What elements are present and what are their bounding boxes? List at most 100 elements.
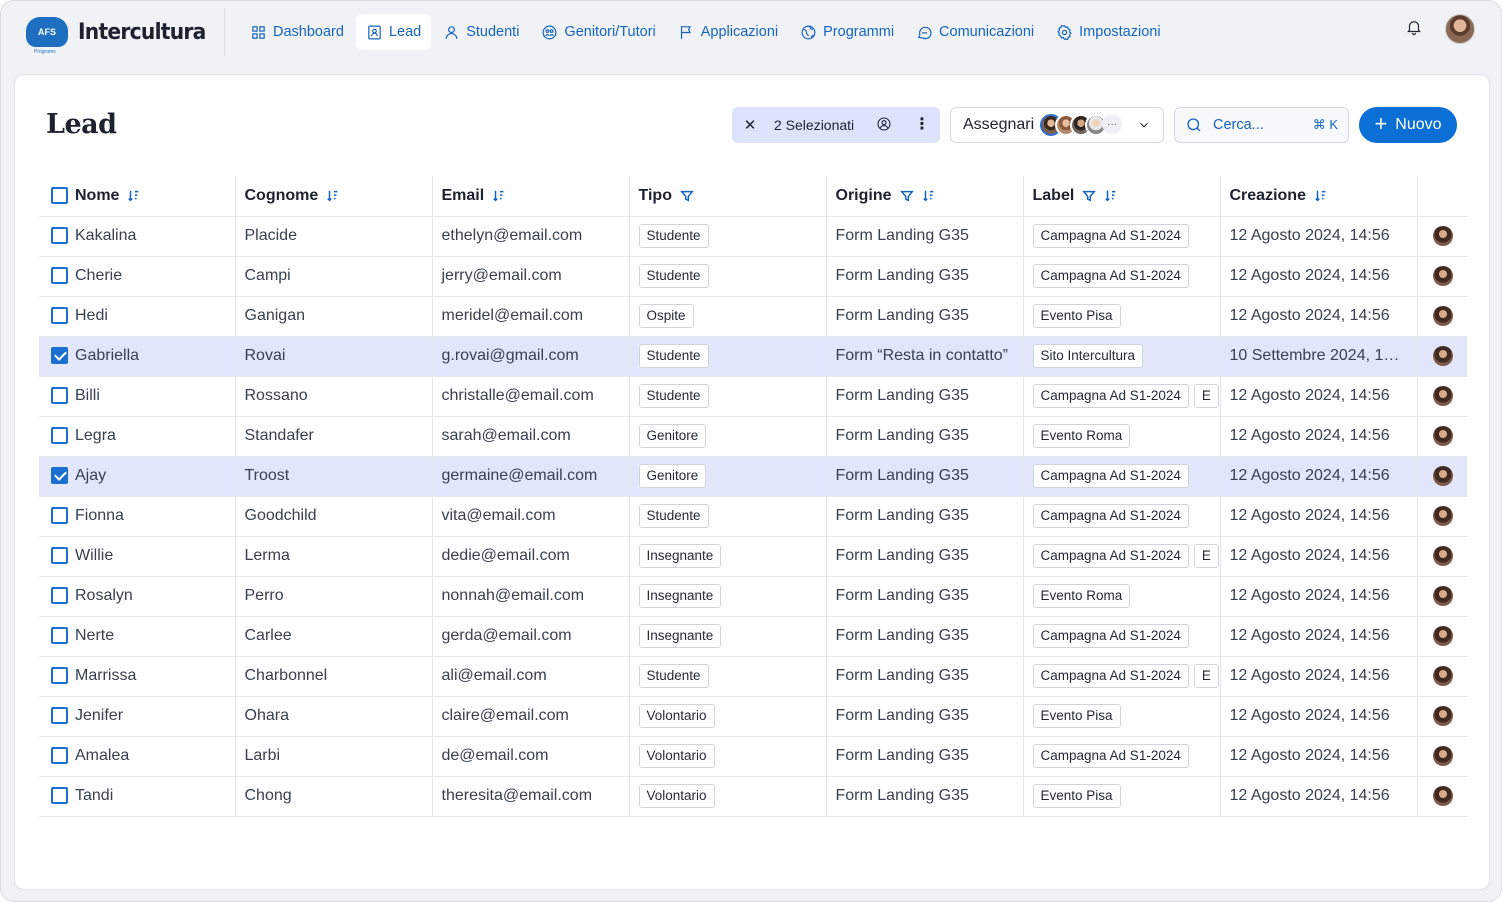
table-row[interactable]: Willie Lerma dedie@email.com Insegnante Form… (39, 536, 1467, 577)
table-row[interactable]: Ajay Troost germaine@email.com Genitore Form… (39, 456, 1467, 497)
column-tipo[interactable]: Tipo (629, 176, 827, 217)
row-checkbox[interactable] (51, 667, 68, 685)
row-checkbox[interactable] (51, 787, 68, 805)
search-input[interactable]: Cerca... ⌘ K (1174, 107, 1349, 143)
sort-icon[interactable] (1104, 189, 1118, 203)
table-row[interactable]: Gabriella Rovai g.rovai@gmail.com Studente F… (39, 336, 1467, 377)
table-row[interactable]: Legra Standafer sarah@email.com Genitore For… (39, 416, 1467, 457)
sort-icon[interactable] (492, 189, 506, 203)
nav-item-studenti[interactable]: Studenti (433, 14, 529, 50)
assignee-avatar[interactable] (1432, 346, 1453, 366)
assignee-avatar[interactable] (1432, 786, 1453, 806)
filter-icon[interactable] (1082, 189, 1097, 203)
table-row[interactable]: Cherie Campi jerry@email.com Studente Form L… (39, 256, 1467, 297)
cell-label: Campagna Ad S1-2024 E (1023, 536, 1221, 577)
row-checkbox[interactable] (51, 467, 68, 485)
sort-icon[interactable] (127, 189, 141, 203)
table-row[interactable]: Billi Rossano christalle@email.com Studente… (39, 376, 1467, 417)
row-checkbox[interactable] (51, 707, 68, 725)
cell-nome: Gabriella (39, 336, 236, 377)
table-row[interactable]: Kakalina Placide ethelyn@email.com Studente… (39, 216, 1467, 257)
label-tag: E (1193, 544, 1219, 568)
nav-item-label: Genitori/Tutori (564, 24, 656, 40)
more-options-icon[interactable]: ⋮ (914, 117, 930, 133)
select-all-checkbox[interactable] (51, 187, 68, 205)
assignee-avatar[interactable] (1432, 466, 1453, 486)
table-row[interactable]: Jenifer Ohara claire@email.com Volontario Fo… (39, 696, 1467, 737)
assignee-avatar[interactable] (1432, 666, 1453, 686)
row-checkbox[interactable] (51, 627, 68, 645)
table-row[interactable]: Hedi Ganigan meridel@email.com Ospite Form L… (39, 296, 1467, 337)
cell-assignee (1417, 576, 1467, 617)
cell-creazione: 12 Agosto 2024, 14:56 (1220, 536, 1418, 577)
brand[interactable]: AFS Intercultural Programs Intercultura (26, 12, 224, 55)
assignee-avatar[interactable] (1432, 226, 1453, 246)
table-row[interactable]: Rosalyn Perro nonnah@email.com Insegnante Fo… (39, 576, 1467, 617)
user-avatar[interactable] (1445, 14, 1475, 44)
filter-icon[interactable] (899, 189, 914, 203)
assignee-dropdown[interactable]: Assegnari ··· (950, 107, 1164, 143)
clear-selection-icon[interactable]: ✕ (742, 116, 758, 134)
row-checkbox[interactable] (51, 227, 68, 245)
row-checkbox[interactable] (51, 347, 68, 365)
cell-creazione: 12 Agosto 2024, 14:56 (1220, 456, 1418, 497)
nav-item-impostazioni[interactable]: Impostazioni (1046, 14, 1170, 50)
column-creazione[interactable]: Creazione (1220, 176, 1418, 217)
row-checkbox[interactable] (51, 547, 68, 565)
nav-item-lead[interactable]: Lead (355, 14, 432, 50)
table-row[interactable]: Marrissa Charbonnel ali@email.com Studente F… (39, 656, 1467, 697)
cell-cognome: Rossano (235, 376, 433, 417)
cell-tipo: Volontario (629, 696, 827, 737)
nav-item-programmi[interactable]: Programmi (790, 14, 904, 50)
assignee-avatar[interactable] (1432, 586, 1453, 606)
nav-item-label: Dashboard (273, 24, 344, 40)
cell-cognome: Chong (235, 776, 433, 817)
app-window: AFS Intercultural Programs Intercultura … (0, 0, 1502, 902)
label-tag: Campagna Ad S1-2024 (1032, 384, 1189, 408)
cell-cognome: Perro (235, 576, 433, 617)
assignee-avatar[interactable] (1432, 546, 1453, 566)
row-checkbox[interactable] (51, 747, 68, 765)
column-email[interactable]: Email (432, 176, 630, 217)
assignee-avatar[interactable] (1432, 306, 1453, 326)
nav-item-genitori-tutori[interactable]: Genitori/Tutori (531, 14, 665, 50)
assign-user-icon[interactable] (876, 116, 892, 135)
assignee-avatar[interactable] (1432, 266, 1453, 286)
sort-icon[interactable] (1314, 189, 1328, 203)
assignee-avatar[interactable] (1432, 746, 1453, 766)
assignee-avatar[interactable] (1432, 506, 1453, 526)
table-row[interactable]: Nerte Carlee gerda@email.com Insegnante Form… (39, 616, 1467, 657)
row-checkbox[interactable] (51, 587, 68, 605)
row-checkbox[interactable] (51, 387, 68, 405)
cell-creazione: 12 Agosto 2024, 14:56 (1220, 256, 1418, 297)
cell-tipo: Studente (629, 656, 827, 697)
row-checkbox[interactable] (51, 307, 68, 325)
sort-icon[interactable] (326, 189, 340, 203)
cell-creazione: 12 Agosto 2024, 14:56 (1220, 416, 1418, 457)
column-cognome[interactable]: Cognome (235, 176, 433, 217)
cell-assignee (1417, 616, 1467, 657)
column-nome[interactable]: Nome (39, 176, 236, 217)
nav-item-comunicazioni[interactable]: Comunicazioni (906, 14, 1044, 50)
column-origine[interactable]: Origine (826, 176, 1024, 217)
assignee-avatar[interactable] (1432, 706, 1453, 726)
table-row[interactable]: Tandi Chong theresita@email.com Volontario F… (39, 776, 1467, 817)
table-row[interactable]: Amalea Larbi de@email.com Volontario Form La… (39, 736, 1467, 777)
cell-creazione: 12 Agosto 2024, 14:56 (1220, 736, 1418, 777)
row-checkbox[interactable] (51, 267, 68, 285)
assignee-avatar[interactable] (1432, 426, 1453, 446)
new-lead-button[interactable]: + Nuovo (1359, 107, 1457, 143)
cell-email: claire@email.com (432, 696, 630, 737)
nav-item-applicazioni[interactable]: Applicazioni (668, 14, 788, 50)
assignee-avatar[interactable] (1432, 626, 1453, 646)
nav-item-dashboard[interactable]: Dashboard (240, 14, 354, 50)
row-checkbox[interactable] (51, 427, 68, 445)
cell-creazione: 12 Agosto 2024, 14:56 (1220, 376, 1418, 417)
row-checkbox[interactable] (51, 507, 68, 525)
table-row[interactable]: Fionna Goodchild vita@email.com Studente For… (39, 496, 1467, 537)
filter-icon[interactable] (680, 189, 694, 203)
sort-icon[interactable] (922, 189, 936, 203)
bell-icon[interactable] (1405, 18, 1423, 41)
column-label[interactable]: Label (1023, 176, 1221, 217)
assignee-avatar[interactable] (1432, 386, 1453, 406)
